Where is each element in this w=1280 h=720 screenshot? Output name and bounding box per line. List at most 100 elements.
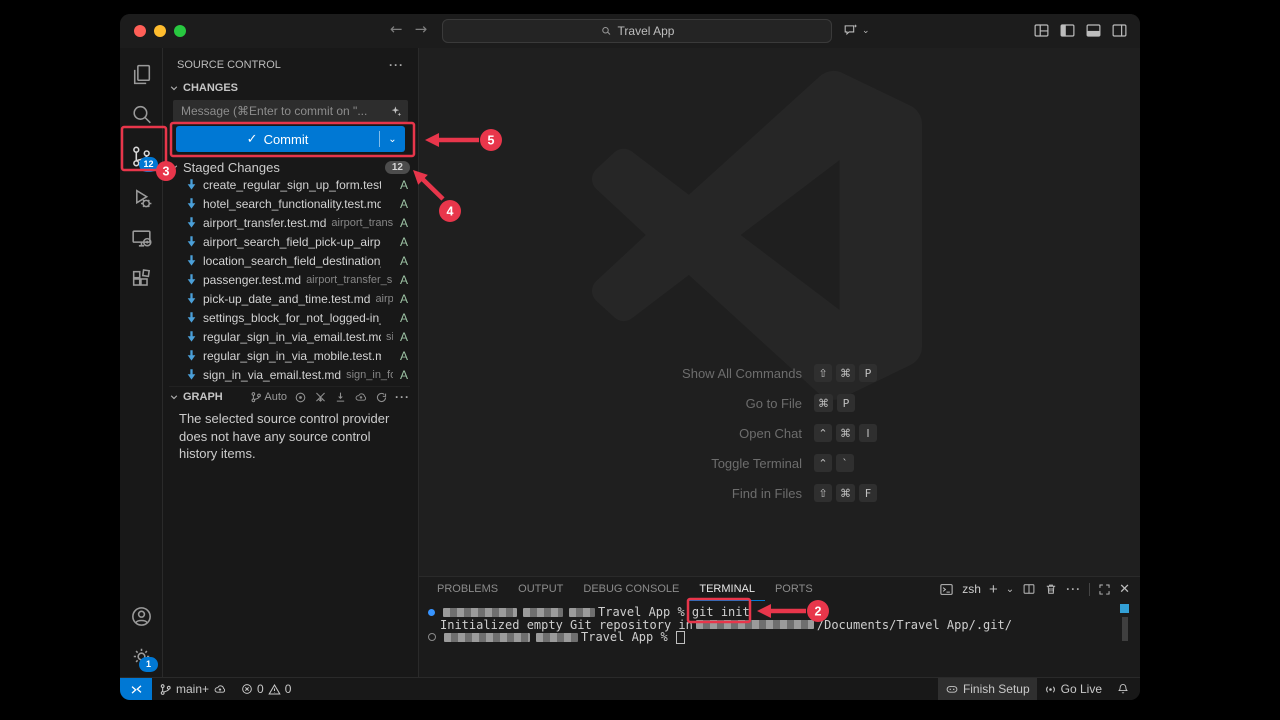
terminal-scrollbar-thumb[interactable] [1122,617,1128,641]
back-icon[interactable]: ← [390,20,403,38]
staged-changes-header[interactable]: Staged Changes 12 [169,157,410,177]
remote-explorer-icon[interactable] [120,218,162,258]
more-actions-icon[interactable]: ··· [389,58,404,72]
copilot-icon [945,682,959,696]
command-pending-decoration-icon [428,633,436,641]
watermark-shortcuts: Show All Commands ⇧⌘P Go to File ⌘P Open… [547,364,877,502]
branch-status-item[interactable]: main+ [152,678,234,700]
activity-bar: 12 [120,48,163,678]
git-init-command: git init [692,606,750,619]
redacted-text [569,608,595,617]
graph-more-icon[interactable]: ··· [395,390,410,404]
cloud-icon[interactable] [354,390,368,404]
panel-tab-problems[interactable]: PROBLEMS [427,577,508,601]
problems-status-item[interactable]: 0 0 [234,678,298,700]
source-control-icon[interactable]: 12 [120,136,162,176]
panel-tab-debug-console[interactable]: DEBUG CONSOLE [573,577,689,601]
staged-file-row[interactable]: hotel_search_functionality.test.md A [163,194,418,213]
graph-section-header[interactable]: GRAPH Auto [169,386,410,407]
extensions-icon[interactable] [120,259,162,299]
panel-tab-terminal[interactable]: TERMINAL [689,577,765,601]
file-git-status: A [398,292,410,306]
toggle-secondary-sidebar-icon[interactable] [1111,22,1128,39]
forward-icon[interactable]: → [415,20,428,38]
redacted-text [444,633,530,642]
source-control-sidebar: SOURCE CONTROL ··· CHANGES ✓ [163,48,419,678]
copilot-chat-button[interactable]: ⌄ [842,22,870,39]
split-terminal-icon[interactable] [1022,582,1036,596]
notifications-bell-button[interactable] [1109,678,1140,700]
bottom-panel: PROBLEMS OUTPUT DEBUG CONSOLE TERMINAL P… [419,576,1140,678]
go-live-button[interactable]: Go Live [1037,678,1109,700]
file-git-status: A [398,330,410,344]
git-pull-icon[interactable] [314,391,327,404]
sparkle-icon[interactable] [389,104,403,118]
staged-file-row[interactable]: airport_search_field_pick-up_airpor… A [163,232,418,251]
run-debug-icon[interactable] [120,178,162,218]
key-cap: ` [836,454,854,472]
finish-setup-button[interactable]: Finish Setup [938,678,1037,700]
close-panel-icon[interactable]: ✕ [1119,581,1130,597]
file-description: airport_trans… [331,217,393,229]
watermark-command-label: Toggle Terminal [547,456,802,471]
graph-auto-toggle[interactable]: Auto [250,391,287,403]
customize-layout-icon[interactable] [1033,22,1050,39]
terminal-content[interactable]: Travel App % git init Initialized empty … [419,601,1140,678]
commit-button[interactable]: ✓ Commit ⌄ [176,126,405,152]
key-cap: ⇧ [814,364,832,382]
file-name: settings_block_for_not_logged-in_u… [203,311,381,325]
staged-file-row[interactable]: passenger.test.md airport_transfer_s… A [163,270,418,289]
staged-file-row[interactable]: regular_sign_in_via_mobile.test.md… A [163,346,418,365]
commit-message-input[interactable] [173,100,408,122]
kill-terminal-trash-icon[interactable] [1044,582,1058,596]
maximize-panel-icon[interactable] [1098,583,1111,596]
go-live-label: Go Live [1061,682,1102,696]
panel-more-icon[interactable]: ··· [1066,582,1081,596]
refresh-icon[interactable] [375,391,388,404]
staged-file-row[interactable]: location_search_field_destination_l… A [163,251,418,270]
staged-file-row[interactable]: create_regular_sign_up_form.test.md A [163,175,418,194]
markdown-file-icon [185,311,198,324]
changes-section-header[interactable]: CHANGES [169,78,412,98]
panel-tab-output[interactable]: OUTPUT [508,577,573,601]
launch-profile-chevron-icon[interactable]: ⌄ [1006,584,1014,595]
staged-file-row[interactable]: regular_sign_in_via_email.test.md si… A [163,327,418,346]
remote-indicator-button[interactable] [120,678,152,700]
key-cap: ⌘ [836,484,855,502]
key-cap: ⌃ [814,424,832,442]
commit-dropdown-button[interactable]: ⌄ [379,131,405,147]
file-name: create_regular_sign_up_form.test.md [203,178,381,192]
chevron-down-icon [169,83,179,93]
watermark-command-keys: ⌘P [814,394,877,412]
staged-file-row[interactable]: settings_block_for_not_logged-in_u… A [163,308,418,327]
branch-name: main+ [176,682,209,696]
close-window-button[interactable] [134,25,146,37]
account-icon[interactable] [120,596,162,636]
staged-file-row[interactable]: airport_transfer.test.md airport_trans… … [163,213,418,232]
command-center-search[interactable]: Travel App [442,19,832,43]
command-success-decoration-icon [428,609,435,616]
toggle-panel-icon[interactable] [1085,22,1102,39]
staged-file-row[interactable]: sign_in_via_email.test.md sign_in_fo… A [163,365,418,384]
staged-file-row[interactable]: pick-up_date_and_time.test.md airp… A [163,289,418,308]
file-description: airp… [375,293,393,305]
markdown-file-icon [185,178,198,191]
status-bar: main+ 0 0 Finish Setup [120,677,1140,700]
markdown-file-icon [185,368,198,381]
new-terminal-icon[interactable]: + [989,581,998,598]
scm-changes-badge: 12 [139,157,158,172]
target-icon[interactable] [294,391,307,404]
panel-tab-ports[interactable]: PORTS [765,577,823,601]
explorer-icon[interactable] [120,54,162,94]
staged-count-badge: 12 [385,161,410,174]
file-name: airport_transfer.test.md [203,216,326,230]
terminal-line-3: Travel App % [427,631,1140,644]
toggle-primary-sidebar-icon[interactable] [1059,22,1076,39]
zoom-window-button[interactable] [174,25,186,37]
minimize-window-button[interactable] [154,25,166,37]
changes-label: CHANGES [183,82,238,94]
git-fetch-icon[interactable] [334,391,347,404]
search-view-icon[interactable] [120,94,162,134]
file-git-status: A [398,197,410,211]
settings-gear-icon[interactable]: 1 [120,636,162,676]
